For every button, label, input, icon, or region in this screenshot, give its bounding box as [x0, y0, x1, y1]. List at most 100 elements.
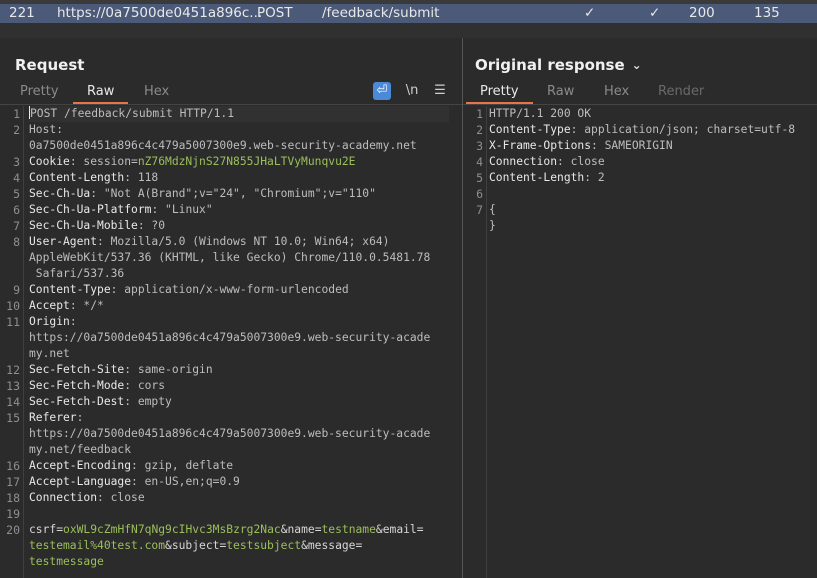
line-number: 2: [13, 123, 20, 137]
header-name: Sec-Fetch-Mode: [29, 379, 125, 392]
wrap-lines-button[interactable]: ⏎: [373, 82, 391, 100]
chevron-down-icon[interactable]: ⌄: [632, 58, 642, 72]
param-value: oxWL9cZmHfN7qNg9cIHvc3MsBzrg2Nac: [63, 523, 281, 536]
history-url: https://0a7500de0451a896c...: [57, 5, 263, 21]
code-line: Cookie: session=nZ76MdzNjnS27N855JHaLTVy…: [29, 154, 355, 170]
header-value: :: [69, 315, 77, 328]
response-title-text: Original response: [475, 56, 625, 74]
param-name: csrf: [29, 523, 57, 536]
code-line: csrf=oxWL9cZmHfN7qNg9cIHvc3MsBzrg2Nac&na…: [29, 522, 424, 538]
line-text: my.net: [29, 347, 70, 360]
header-value: : session=: [69, 155, 138, 168]
tab-raw[interactable]: Raw: [547, 84, 574, 104]
tab-pretty[interactable]: Pretty: [20, 84, 59, 104]
line-text: POST /feedback/submit HTTP/1.1: [30, 107, 235, 120]
line-number: 20: [6, 523, 20, 537]
history-row-selected[interactable]: 221 https://0a7500de0451a896c... POST /f…: [0, 4, 817, 23]
line-number: 6: [13, 203, 20, 217]
line-number: 1: [476, 107, 483, 121]
code-line: 0a7500de0451a896c4c479a5007300e9.web-sec…: [29, 138, 417, 154]
tab-render[interactable]: Render: [658, 84, 704, 104]
code-line: Origin:: [29, 314, 77, 330]
line-number: 18: [6, 491, 20, 505]
header-name: Connection: [29, 491, 98, 504]
line-number: 3: [476, 139, 483, 153]
tab-raw[interactable]: Raw: [72, 84, 129, 104]
line-text: my.net/feedback: [29, 443, 132, 456]
line-number: 10: [6, 299, 20, 313]
header-value: : 118: [124, 171, 159, 184]
tab-hex[interactable]: Hex: [144, 84, 169, 104]
history-length: 135: [754, 5, 780, 21]
line-number: 19: [6, 507, 20, 521]
header-value: : "Not A(Brand";v="24", "Chromium";v="11…: [90, 187, 376, 200]
param-value: testemail%40test.com: [29, 539, 166, 552]
line-text: }: [489, 219, 496, 232]
line-number: 7: [13, 219, 20, 233]
line-number-gutter: 1 2 3 4 5 6 7 8 9 10 11 12 13 14 15 16 17 18 19 20: [0, 106, 24, 578]
menu-icon[interactable]: ☰: [431, 82, 449, 100]
header-value: : application/json; charset=utf-8: [570, 123, 796, 136]
request-editor[interactable]: 1 2 3 4 5 6 7 8 9 10 11 12 13 14 15 16 17 18 19 20 POST /fe…: [0, 106, 462, 578]
line-number: 4: [13, 171, 20, 185]
code-line: Sec-Ch-Ua-Mobile: ?0: [29, 218, 165, 234]
tab-divider: [463, 104, 817, 105]
show-newlines-button[interactable]: \n: [401, 82, 423, 100]
tab-divider: [0, 104, 462, 105]
header-name: User-Agent: [29, 235, 98, 248]
header-value: : en-US,en;q=0.9: [131, 475, 240, 488]
history-check-2: ✓: [649, 5, 661, 21]
header-name: Sec-Fetch-Dest: [29, 395, 125, 408]
header-value: : cors: [124, 379, 166, 392]
code-line: Connection: close: [489, 154, 605, 170]
code-line: Host:: [29, 122, 63, 138]
tab-hex[interactable]: Hex: [604, 84, 629, 104]
header-name: Sec-Ch-Ua: [29, 187, 91, 200]
history-scroll-area: [0, 23, 817, 38]
line-text: AppleWebKit/537.36 (KHTML, like Gecko) C…: [29, 251, 431, 264]
response-title[interactable]: Original response ⌄: [475, 56, 642, 74]
line-text: Safari/537.36: [29, 267, 125, 280]
code-line: Accept: */*: [29, 298, 104, 314]
header-value: : "Linux": [151, 203, 213, 216]
header-value: : empty: [124, 395, 172, 408]
code-line: testemail%40test.com&subject=testsubject…: [29, 538, 362, 554]
param-value: testsubject: [226, 539, 302, 552]
line-number: 4: [476, 155, 483, 169]
code-line: https://0a7500de0451a896c4c479a5007300e9…: [29, 426, 430, 442]
header-value: : same-origin: [124, 363, 213, 376]
header-name: Sec-Ch-Ua-Platform: [29, 203, 152, 216]
line-number: 6: [476, 187, 483, 201]
code-line: my.net: [29, 346, 70, 362]
line-number: 11: [6, 315, 20, 329]
header-name: Content-Length: [489, 171, 585, 184]
param-name: &name=: [280, 523, 322, 536]
param-value: testmessage: [29, 555, 104, 568]
header-name: Origin: [29, 315, 70, 328]
header-value: : ?0: [137, 219, 166, 232]
code-line: Content-Type: application/x-www-form-url…: [29, 282, 349, 298]
code-line: Content-Type: application/json; charset=…: [489, 122, 795, 138]
code-line: Sec-Fetch-Mode: cors: [29, 378, 165, 394]
code-line: Accept-Language: en-US,en;q=0.9: [29, 474, 240, 490]
header-value: : application/x-www-form-urlencoded: [110, 283, 349, 296]
code-line: {: [489, 202, 496, 218]
history-path: /feedback/submit: [322, 5, 440, 21]
line-text: 0a7500de0451a896c4c479a5007300e9.web-sec…: [29, 139, 417, 152]
line-number: 13: [6, 379, 20, 393]
line-number: 3: [13, 155, 20, 169]
code-line: Accept-Encoding: gzip, deflate: [29, 458, 233, 474]
history-status: 200: [689, 5, 715, 21]
line-text: {: [489, 203, 496, 216]
response-editor[interactable]: 1 2 3 4 5 6 7 HTTP/1.1 200 OK Content-Type: app…: [463, 106, 817, 578]
line-number: 7: [476, 203, 483, 217]
history-method: POST: [257, 5, 293, 21]
header-name: Sec-Ch-Ua-Mobile: [29, 219, 138, 232]
header-name: Cookie: [29, 155, 70, 168]
code-line: Content-Length: 118: [29, 170, 158, 186]
line-text: https://0a7500de0451a896c4c479a5007300e9…: [29, 427, 431, 440]
code-line: X-Frame-Options: SAMEORIGIN: [489, 138, 673, 154]
code-line: POST /feedback/submit HTTP/1.1: [29, 106, 449, 122]
header-name: Accept-Language: [29, 475, 132, 488]
tab-pretty[interactable]: Pretty: [466, 84, 532, 104]
